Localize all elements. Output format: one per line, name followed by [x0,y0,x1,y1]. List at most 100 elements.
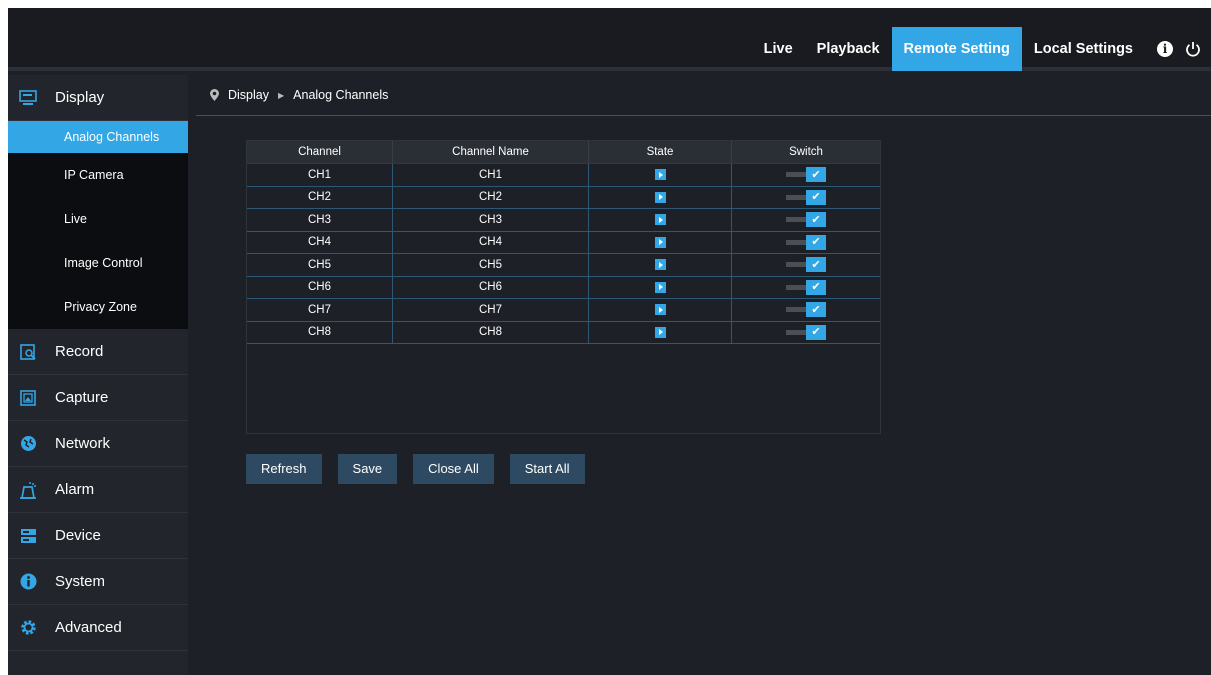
table-header: Channel Channel Name State Switch [247,141,880,164]
top-bar: Live Playback Remote Setting Local Setti… [8,8,1211,71]
switch-toggle[interactable]: ✔ [786,279,826,295]
switch-toggle[interactable]: ✔ [786,234,826,250]
cell-channel-name[interactable]: CH2 [393,186,589,208]
switch-toggle[interactable]: ✔ [786,189,826,205]
cell-channel-name[interactable]: CH1 [393,164,589,186]
refresh-button[interactable]: Refresh [246,454,322,484]
cell-channel: CH2 [247,186,393,208]
info-icon[interactable]: i [1157,41,1173,57]
cell-switch: ✔ [732,277,880,299]
nav-remote-setting[interactable]: Remote Setting [891,27,1022,71]
main-nav: Live Playback Remote Setting Local Setti… [752,27,1211,71]
check-icon: ✔ [806,302,826,318]
check-icon: ✔ [806,279,826,295]
gear-icon [19,619,37,637]
toggle-track [786,217,806,223]
switch-toggle[interactable]: ✔ [786,167,826,183]
toggle-track [786,262,806,268]
record-icon [19,343,37,361]
check-icon: ✔ [806,167,826,183]
close-all-button[interactable]: Close All [413,454,494,484]
switch-toggle[interactable]: ✔ [786,324,826,340]
monitor-icon [19,89,37,107]
cell-channel: CH4 [247,231,393,253]
sidebar-section-alarm[interactable]: Alarm [8,467,188,513]
sidebar-section-device[interactable]: Device [8,513,188,559]
toggle-track [786,307,806,313]
cell-channel-name[interactable]: CH5 [393,254,589,276]
sidebar-section-network[interactable]: Network [8,421,188,467]
play-icon[interactable] [654,281,666,293]
sidebar-section-label: Capture [55,389,109,406]
play-icon[interactable] [654,236,666,248]
column-header-switch: Switch [789,146,823,158]
check-icon: ✔ [806,234,826,250]
breadcrumb-root[interactable]: Display [228,88,269,102]
cell-channel-name[interactable]: CH3 [393,209,589,231]
sidebar-section-label: Display [55,89,105,106]
switch-toggle[interactable]: ✔ [786,257,826,273]
network-icon [19,435,37,453]
nav-local-settings[interactable]: Local Settings [1022,27,1145,71]
sidebar: Display Analog Channels IP Camera Live I… [8,75,188,675]
play-icon[interactable] [654,326,666,338]
table-row: CH7 CH7 ✔ [247,299,880,322]
table-row: CH4 CH4 ✔ [247,231,880,254]
cell-switch: ✔ [732,187,880,209]
cell-channel-name[interactable]: CH6 [393,276,589,298]
cell-switch: ✔ [732,209,880,231]
sidebar-section-system[interactable]: System [8,559,188,605]
action-buttons: Refresh Save Close All Start All [246,454,585,484]
sidebar-section-record[interactable]: Record [8,329,188,375]
sidebar-section-capture[interactable]: Capture [8,375,188,421]
sidebar-section-display[interactable]: Display [8,75,188,121]
cell-state [589,299,732,321]
cell-channel: CH1 [247,164,393,186]
start-all-button[interactable]: Start All [509,454,585,484]
column-header-channel: Channel [247,141,393,163]
check-icon: ✔ [806,257,826,273]
cell-state [589,321,732,343]
cell-channel-name[interactable]: CH7 [393,299,589,321]
toggle-track [786,239,806,245]
table-row: CH2 CH2 ✔ [247,186,880,209]
check-icon: ✔ [806,189,826,205]
channels-table: Channel Channel Name State Switch CH1 CH… [246,140,881,434]
sidebar-item-analog-channels[interactable]: Analog Channels [8,121,188,153]
cell-channel-name[interactable]: CH8 [393,321,589,343]
sidebar-item-ip-camera[interactable]: IP Camera [8,153,188,197]
cell-channel-name[interactable]: CH4 [393,231,589,253]
table-row: CH3 CH3 ✔ [247,209,880,232]
switch-toggle[interactable]: ✔ [786,212,826,228]
toggle-track [786,194,806,200]
cell-state [589,209,732,231]
cell-state [589,276,732,298]
sidebar-item-privacy-zone[interactable]: Privacy Zone [8,285,188,329]
play-icon[interactable] [654,214,666,226]
column-header-channel-name: Channel Name [393,141,589,163]
display-submenu: Analog Channels IP Camera Live Image Con… [8,121,188,329]
sidebar-section-label: Record [55,343,104,360]
cell-channel: CH5 [247,254,393,276]
sidebar-item-image-control[interactable]: Image Control [8,241,188,285]
switch-toggle[interactable]: ✔ [786,302,826,318]
play-icon[interactable] [654,304,666,316]
play-icon[interactable] [654,169,666,181]
sidebar-section-advanced[interactable]: Advanced [8,605,188,651]
sidebar-section-label: Network [55,435,111,452]
nav-icons: i [1145,41,1211,57]
cell-switch: ✔ [732,322,880,344]
breadcrumb-arrow-icon: ▶ [278,90,285,100]
sidebar-section-label: Advanced [55,619,122,636]
play-icon[interactable] [654,259,666,271]
column-header-state: State [589,141,732,163]
power-icon[interactable] [1185,41,1201,57]
breadcrumb: Display ▶ Analog Channels [196,75,1211,116]
sidebar-section-label: System [55,573,106,590]
sidebar-item-live[interactable]: Live [8,197,188,241]
location-pin-icon [210,89,219,101]
save-button[interactable]: Save [337,454,398,484]
nav-playback[interactable]: Playback [805,27,892,71]
nav-live[interactable]: Live [752,27,805,71]
play-icon[interactable] [654,191,666,203]
